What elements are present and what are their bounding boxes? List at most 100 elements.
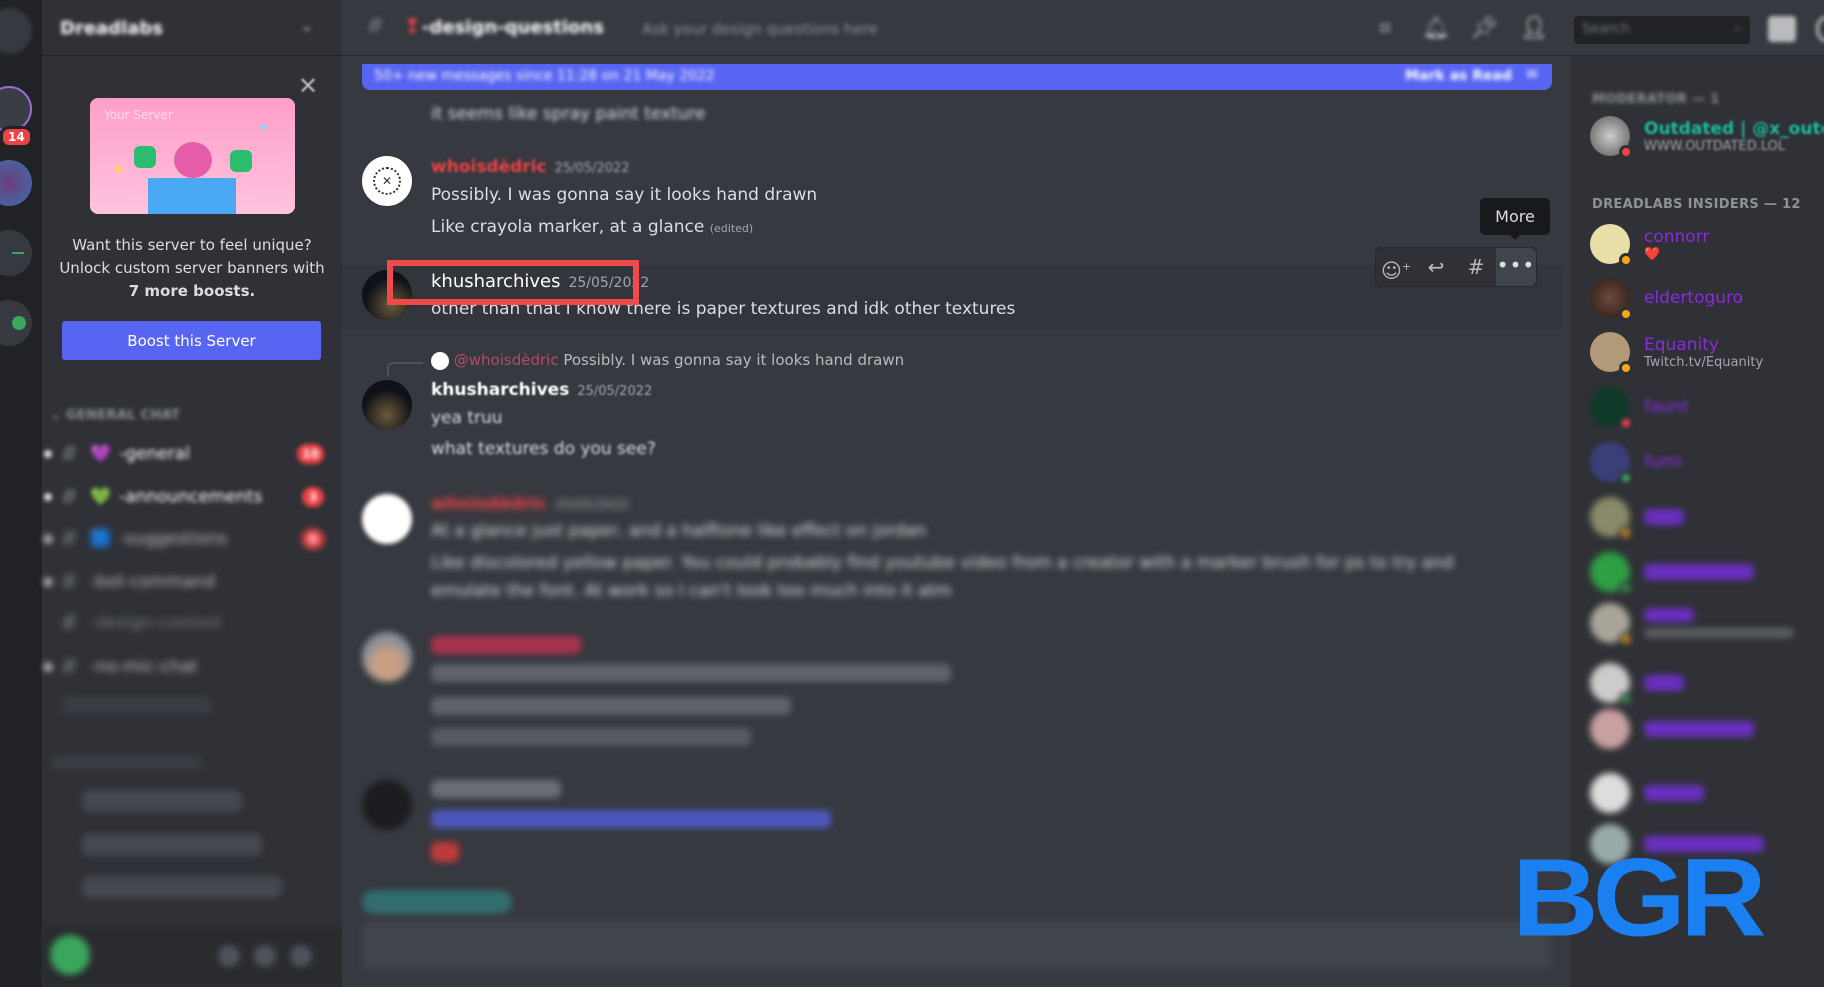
reply-text: Possibly. I was gonna say it looks hand … xyxy=(563,351,905,369)
member-item[interactable] xyxy=(1590,552,1824,595)
member-item[interactable] xyxy=(1590,663,1824,706)
server-unread-badge: 14 xyxy=(0,126,33,148)
hash-icon: # xyxy=(60,569,79,595)
new-messages-banner[interactable]: 50+ new messages since 11:28 on 21 May 2… xyxy=(362,64,1552,90)
member-avatar xyxy=(1590,387,1633,430)
dnd-status-icon xyxy=(1619,416,1633,430)
server-rail: 14 xyxy=(0,0,42,987)
search-placeholder: Search xyxy=(1582,21,1631,37)
member-name: fumi xyxy=(1644,452,1683,472)
hash-icon: # xyxy=(60,441,79,467)
new-messages-text: 50+ new messages since 11:28 on 21 May 2… xyxy=(374,68,715,84)
member-item[interactable]: Outdated | @x_outdatedWWW.OUTDATED.LOL xyxy=(1590,116,1824,159)
message-line: Like crayola marker, at a glance xyxy=(431,217,705,237)
create-thread-icon[interactable]: # xyxy=(1456,248,1496,286)
preview-server-label: Your Server xyxy=(104,108,173,122)
help-icon[interactable] xyxy=(1816,16,1824,42)
reply-connector xyxy=(387,362,423,376)
pin-icon[interactable]: 📌︎ xyxy=(1470,16,1498,41)
unread-badge: 3 xyxy=(302,487,324,507)
member-avatar xyxy=(1590,116,1633,159)
channel-no-mic-chat[interactable]: # -no-mic-chat xyxy=(44,651,198,683)
member-item[interactable]: fumi xyxy=(1590,442,1824,485)
channel-design-contest[interactable]: # -design-contest xyxy=(60,607,222,639)
chevron-down-icon[interactable]: ⌄ xyxy=(300,16,313,35)
member-item[interactable]: Equanity Twitch.tv/Equanity xyxy=(1590,332,1824,375)
search-input[interactable]: Search ⌕ xyxy=(1574,16,1750,44)
boost-server-button[interactable]: Boost this Server xyxy=(62,321,321,360)
member-item[interactable]: faunt xyxy=(1590,387,1824,430)
channel-bot-command[interactable]: # -bot-command xyxy=(44,566,215,598)
category-general-chat[interactable]: ⌄ GENERAL CHAT xyxy=(50,408,180,423)
member-item[interactable]: eldertoguro xyxy=(1590,278,1824,321)
more-icon[interactable]: ••• xyxy=(1496,248,1536,286)
reply-mention: @whoisdèdric xyxy=(453,351,559,369)
member-item[interactable] xyxy=(1590,603,1824,646)
channel-announcements[interactable]: # 💚 -announcements 3 xyxy=(44,481,342,513)
author-name[interactable]: whoisdèdric xyxy=(431,157,547,177)
channel-name: -general xyxy=(119,444,190,464)
member-status-text: Twitch.tv/Equanity xyxy=(1644,354,1764,370)
channel-name: -design-questions xyxy=(422,17,604,38)
reply-icon[interactable]: ↩ xyxy=(1416,248,1456,286)
explore-servers-button[interactable] xyxy=(0,300,32,346)
category-placeholder xyxy=(52,756,202,770)
channel-emoji: 💚 xyxy=(90,487,112,507)
idle-status-icon xyxy=(1619,361,1633,375)
mark-read-icon: ✉ xyxy=(1526,67,1538,83)
close-icon[interactable]: ✕ xyxy=(298,72,318,100)
member-item[interactable] xyxy=(1590,709,1824,749)
blurred-link xyxy=(431,810,831,828)
message-text: yea truu xyxy=(431,408,503,428)
avatar[interactable] xyxy=(362,494,412,544)
member-item[interactable] xyxy=(1590,497,1824,540)
author-name[interactable]: whoisdèdric xyxy=(431,494,547,514)
blurred-text xyxy=(431,664,951,682)
message-header: whoisdèdric 25/05/2022 xyxy=(431,494,630,514)
channel-name: -announcements xyxy=(119,487,263,507)
avatar[interactable] xyxy=(362,632,412,682)
channel-sidebar: Dreadlabs ⌄ ✕ Your Server ✦ ✦ Want this … xyxy=(42,0,342,987)
avatar[interactable]: ✕ xyxy=(362,156,412,206)
channel-topic[interactable]: Ask your design questions here xyxy=(642,20,878,38)
member-name: eldertoguro xyxy=(1644,288,1744,308)
add-reaction-icon[interactable]: ☺+ xyxy=(1376,248,1416,286)
member-status-text: ❤️ xyxy=(1644,246,1661,262)
member-item[interactable]: connorr ❤️ xyxy=(1590,224,1824,267)
channel-suggestions[interactable]: # 🟦 -suggestions 6 xyxy=(44,523,342,555)
blurred-text xyxy=(431,697,791,715)
channel-emoji: 💜 xyxy=(90,444,112,464)
member-status-text: WWW.OUTDATED.LOL xyxy=(1644,138,1786,154)
message-header: whoisdèdric 25/05/2022 xyxy=(431,157,630,177)
member-list-icon[interactable]: 👤︎ xyxy=(1520,16,1548,41)
server-header[interactable]: Dreadlabs ⌄ xyxy=(42,0,342,56)
member-item[interactable] xyxy=(1590,773,1824,813)
avatar[interactable] xyxy=(362,380,412,430)
category-label: GENERAL CHAT xyxy=(66,408,181,423)
mark-as-read-button[interactable]: Mark as Read xyxy=(1405,68,1512,84)
user-panel xyxy=(42,927,342,987)
member-name: Outdated | @x_outdated xyxy=(1644,118,1824,139)
bgr-watermark-logo: BGR xyxy=(1512,836,1767,960)
message-composer[interactable] xyxy=(362,920,1552,970)
server-icon[interactable] xyxy=(0,160,32,206)
avatar[interactable] xyxy=(362,780,412,830)
pin-emoji-icon: ❢ xyxy=(404,14,421,38)
blurred-text xyxy=(431,728,751,746)
bell-icon[interactable]: 🔔︎ xyxy=(1422,16,1450,41)
channel-general[interactable]: # 💜 -general 10 xyxy=(44,438,342,470)
message-text: what textures do you see? xyxy=(431,439,656,459)
boost-line-2: Unlock custom server banners with xyxy=(59,259,325,277)
member-avatar xyxy=(1590,332,1633,375)
message-text: Like crayola marker, at a glance (edited… xyxy=(431,217,753,237)
add-server-button[interactable] xyxy=(0,230,32,276)
member-name: Equanity xyxy=(1644,334,1719,355)
author-name[interactable]: khusharchives xyxy=(431,380,569,400)
inbox-icon[interactable] xyxy=(1768,16,1796,42)
member-avatar xyxy=(1590,224,1633,267)
home-button[interactable] xyxy=(0,8,32,54)
highlight-box xyxy=(387,260,639,305)
reply-preview[interactable]: @whoisdèdric Possibly. I was gonna say i… xyxy=(431,351,904,370)
channel-placeholder xyxy=(82,834,262,856)
threads-icon[interactable]: ⌗ xyxy=(1372,16,1398,41)
